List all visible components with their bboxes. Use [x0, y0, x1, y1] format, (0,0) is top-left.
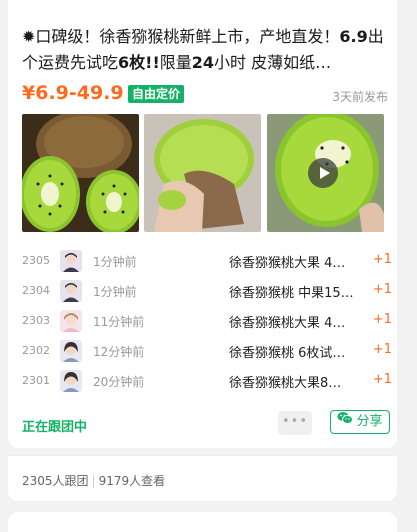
order-time: 1分钟前	[93, 255, 137, 269]
order-quantity: +1	[372, 372, 392, 387]
kiwi-bite-video[interactable]	[267, 114, 384, 232]
kiwi-halves-photo[interactable]	[22, 114, 139, 232]
order-time: 20分钟前	[93, 375, 145, 389]
order-number: 2304	[22, 284, 50, 297]
joined-count: 2305人跟团	[22, 474, 89, 488]
order-number: 2302	[22, 344, 50, 357]
avatar	[60, 310, 82, 332]
order-row: 2302 12分钟前 徐香猕猴桃 6枚试… +1	[22, 338, 392, 368]
order-quantity: +1	[372, 342, 392, 357]
order-product: 徐香猕猴桃大果8…	[229, 376, 342, 391]
order-quantity: +1	[372, 282, 392, 297]
group-buy-card[interactable]: ✹口碑级！徐香猕猴桃新鲜上市，产地直发！6.9出个运费先试吃6枚!!限量24小时…	[8, 0, 397, 448]
order-product: 徐香猕猴桃大果 4…	[229, 256, 346, 271]
avatar	[60, 340, 82, 362]
order-row: 2303 11分钟前 徐香猕猴桃大果 4… +1	[22, 308, 392, 338]
price-row: ¥6.9-49.9 自由定价 3天前发布	[22, 82, 388, 108]
avatar	[60, 250, 82, 272]
free-pricing-badge: 自由定价	[128, 85, 185, 103]
price-range: ¥6.9-49.9	[22, 82, 124, 104]
order-list: 2305 1分钟前 徐香猕猴桃大果 4… +1 2304 1分钟前 徐香猕猴桃 …	[22, 248, 392, 398]
avatar	[60, 370, 82, 392]
order-time: 1分钟前	[93, 285, 137, 299]
stats-bar: 2305人跟团 | 9179人查看	[8, 456, 397, 501]
order-quantity: +1	[372, 252, 392, 267]
order-number: 2305	[22, 254, 50, 267]
order-row: 2301 20分钟前 徐香猕猴桃大果8… +1	[22, 368, 392, 398]
order-number: 2301	[22, 374, 50, 387]
post-title[interactable]: ✹口碑级！徐香猕猴桃新鲜上市，产地直发！6.9出个运费先试吃6枚!!限量24小时…	[22, 24, 388, 76]
order-time: 12分钟前	[93, 345, 145, 359]
order-number: 2303	[22, 314, 50, 327]
order-row: 2304 1分钟前 徐香猕猴桃 中果15… +1	[22, 278, 392, 308]
following-status[interactable]: 正在跟团中	[22, 416, 87, 435]
order-row: 2305 1分钟前 徐香猕猴桃大果 4… +1	[22, 248, 392, 278]
order-time: 11分钟前	[93, 315, 145, 329]
order-product: 徐香猕猴桃 6枚试…	[229, 346, 346, 361]
view-count: 9179人查看	[98, 474, 166, 488]
next-card	[8, 512, 397, 532]
more-button[interactable]: •••	[278, 411, 312, 435]
order-product: 徐香猕猴桃 中果15…	[229, 286, 354, 301]
kiwi-peel-photo[interactable]	[144, 114, 261, 232]
share-button[interactable]: 分享	[330, 410, 390, 434]
posted-time: 3天前发布	[332, 90, 388, 104]
share-label: 分享	[356, 414, 383, 429]
play-icon[interactable]	[308, 158, 338, 188]
order-quantity: +1	[372, 312, 392, 327]
order-product: 徐香猕猴桃大果 4…	[229, 316, 346, 331]
wechat-icon	[337, 410, 354, 434]
avatar	[60, 280, 82, 302]
group-stats: 2305人跟团 | 9179人查看	[22, 474, 166, 488]
image-gallery	[22, 114, 392, 232]
